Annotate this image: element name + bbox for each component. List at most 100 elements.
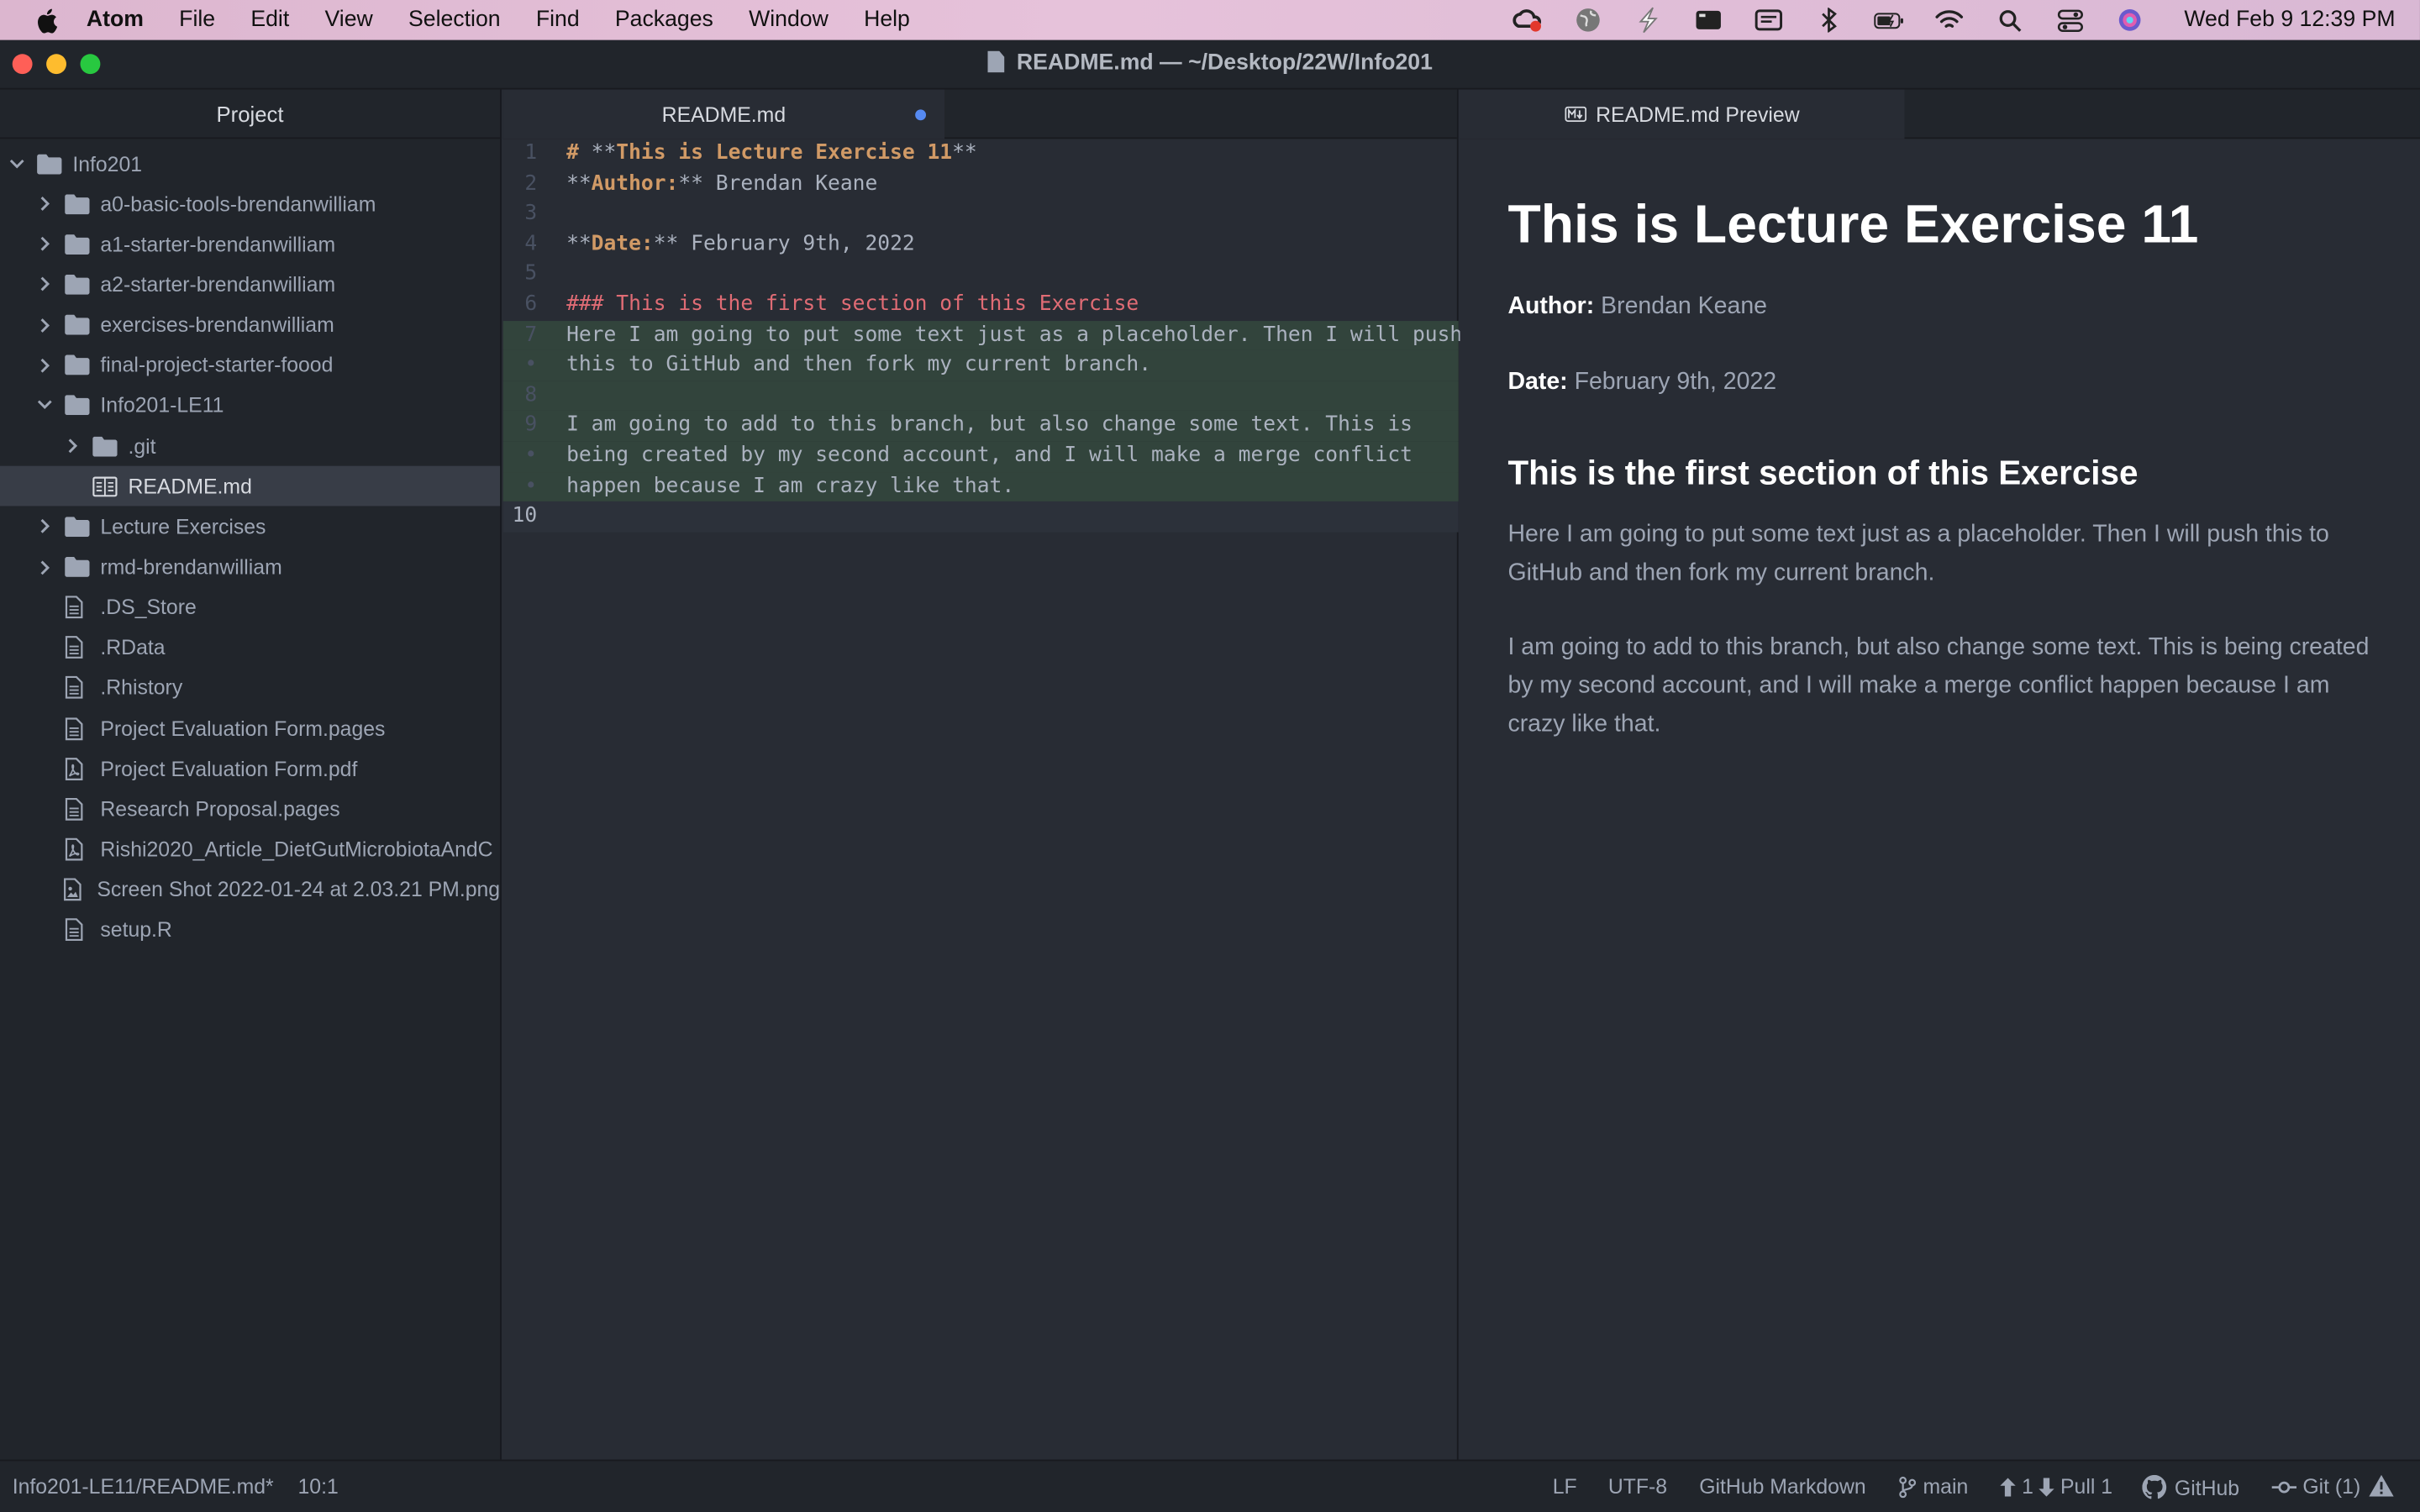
document-icon bbox=[987, 50, 1005, 73]
date-value: February 9th, 2022 bbox=[1567, 368, 1777, 396]
menu-atom[interactable]: Atom bbox=[87, 8, 144, 32]
menu-view[interactable]: View bbox=[325, 8, 373, 32]
bold-mark: ** bbox=[952, 141, 977, 165]
menu-help[interactable]: Help bbox=[864, 8, 910, 32]
status-line-ending[interactable]: LF bbox=[1553, 1475, 1577, 1499]
tab-readme-preview[interactable]: README.md Preview bbox=[1460, 89, 1905, 139]
wifi-icon[interactable] bbox=[1934, 8, 1965, 32]
chevron-right-icon[interactable] bbox=[37, 318, 52, 333]
tree-item[interactable]: a2-starter-brendanwilliam bbox=[0, 265, 500, 305]
window-title: README.md — ~/Desktop/22W/Info201 bbox=[0, 50, 2420, 76]
menubar-clock[interactable]: Wed Feb 9 12:39 PM bbox=[2184, 8, 2395, 32]
control-center-icon[interactable] bbox=[2054, 8, 2086, 32]
creative-cloud-icon[interactable] bbox=[1512, 8, 1544, 32]
chevron-right-icon[interactable] bbox=[37, 358, 52, 373]
chevron-down-icon[interactable] bbox=[37, 398, 52, 413]
author-value: Brendan Keane bbox=[1594, 292, 1768, 320]
folder-icon bbox=[65, 193, 90, 215]
arrow-up-icon bbox=[2000, 1477, 2016, 1496]
menu-window[interactable]: Window bbox=[749, 8, 829, 32]
tree-item-label: Rishi2020_Article_DietGutMicrobiotaAndC bbox=[100, 837, 493, 861]
status-menu-area: Wed Feb 9 12:39 PM bbox=[1512, 0, 2420, 40]
github-label: GitHub bbox=[2174, 1475, 2240, 1499]
tree-item[interactable]: .git bbox=[0, 426, 500, 466]
chevron-right-icon[interactable] bbox=[37, 559, 52, 575]
code-line-changed: • this to GitHub and then fork my current… bbox=[502, 350, 1459, 381]
status-push[interactable]: 1 bbox=[2000, 1474, 2033, 1499]
spotlight-search-icon[interactable] bbox=[1994, 8, 2025, 32]
chevron-right-icon[interactable] bbox=[37, 197, 52, 212]
chevron-right-icon[interactable] bbox=[37, 519, 52, 534]
status-file-path[interactable]: Info201-LE11/README.md* bbox=[13, 1475, 274, 1499]
file-icon bbox=[65, 918, 89, 942]
preview-author: Author: Brendan Keane bbox=[1507, 287, 2387, 326]
battery-icon[interactable] bbox=[1874, 8, 1905, 32]
siri-icon[interactable] bbox=[2115, 8, 2146, 32]
chevron-right-icon[interactable] bbox=[37, 237, 52, 252]
bold-text: Date: bbox=[591, 232, 654, 256]
tree-item[interactable]: Rishi2020_Article_DietGutMicrobiotaAndC bbox=[0, 829, 500, 869]
tree-item[interactable]: Project Evaluation Form.pdf bbox=[0, 748, 500, 789]
bolt-icon[interactable] bbox=[1634, 7, 1665, 34]
tree-item[interactable]: exercises-brendanwilliam bbox=[0, 305, 500, 345]
window-menu-icon[interactable] bbox=[1693, 8, 1724, 32]
menu-selection[interactable]: Selection bbox=[408, 8, 501, 32]
bluetooth-icon[interactable] bbox=[1814, 8, 1845, 33]
tree-item-label: Info201 bbox=[72, 151, 143, 176]
tree-view-header[interactable]: Project bbox=[0, 90, 501, 139]
tree-item[interactable]: setup.R bbox=[0, 910, 500, 950]
tree-item[interactable]: Project Evaluation Form.pages bbox=[0, 708, 500, 748]
tree-item[interactable]: a0-basic-tools-brendanwilliam bbox=[0, 184, 500, 224]
arrow-down-icon bbox=[2039, 1477, 2054, 1496]
file-icon bbox=[65, 717, 89, 740]
status-branch[interactable]: main bbox=[1898, 1475, 1968, 1498]
display-menu-icon[interactable] bbox=[1754, 8, 1785, 32]
code-line: 4 **Date:** February 9th, 2022 bbox=[503, 229, 1459, 260]
tree-item[interactable]: Lecture Exercises bbox=[0, 507, 500, 547]
menu-find[interactable]: Find bbox=[536, 8, 580, 32]
status-git[interactable]: Git (1) bbox=[2271, 1475, 2360, 1498]
tree-item-label: rmd-brendanwilliam bbox=[100, 555, 282, 579]
tree-item[interactable]: .DS_Store bbox=[0, 587, 500, 627]
tree-item[interactable]: .RData bbox=[0, 627, 500, 668]
menu-edit[interactable]: Edit bbox=[250, 8, 289, 32]
status-cursor-position[interactable]: 10:1 bbox=[297, 1475, 338, 1499]
apple-icon[interactable] bbox=[34, 7, 58, 33]
chevron-right-icon[interactable] bbox=[37, 277, 52, 292]
tree-item-label: a1-starter-brendanwilliam bbox=[100, 232, 336, 256]
code-line-changed: • being created by my second account, and… bbox=[502, 441, 1459, 472]
tree-item[interactable]: Info201 bbox=[0, 144, 500, 184]
line-number: 2 bbox=[524, 171, 538, 196]
tree-item[interactable]: Info201-LE11 bbox=[0, 386, 500, 426]
status-warning[interactable] bbox=[2369, 1474, 2394, 1497]
chevron-right-icon[interactable] bbox=[65, 438, 80, 454]
editor-pane: README.md 1 # **This is Lecture Exercise … bbox=[502, 89, 1462, 1460]
tree-item[interactable]: rmd-brendanwilliam bbox=[0, 547, 500, 587]
status-github[interactable]: GitHub bbox=[2142, 1474, 2240, 1499]
menu-file[interactable]: File bbox=[179, 8, 215, 32]
line-text: **Author:** Brendan Keane bbox=[566, 169, 877, 199]
date-label: Date: bbox=[1507, 368, 1568, 396]
tree-item[interactable]: final-project-starter-foood bbox=[0, 345, 500, 386]
line-number: 8 bbox=[524, 383, 538, 407]
menu-packages[interactable]: Packages bbox=[615, 8, 713, 32]
status-pull[interactable]: Pull 1 bbox=[2039, 1475, 2112, 1498]
ahead-count: 1 bbox=[2022, 1474, 2033, 1499]
tab-readme-md[interactable]: README.md bbox=[502, 89, 945, 139]
tree-item[interactable]: Screen Shot 2022-01-24 at 2.03.21 PM.png bbox=[0, 869, 500, 910]
tree-item[interactable]: .Rhistory bbox=[0, 668, 500, 708]
tree-item[interactable]: Research Proposal.pages bbox=[0, 789, 500, 829]
status-bar: Info201-LE11/README.md* 10:1 LF UTF-8 Gi… bbox=[0, 1459, 2420, 1512]
tree-item[interactable]: a1-starter-brendanwilliam bbox=[0, 224, 500, 265]
author-label: Author: bbox=[1507, 292, 1595, 320]
chevron-down-icon[interactable] bbox=[9, 156, 24, 171]
status-encoding[interactable]: UTF-8 bbox=[1608, 1475, 1667, 1499]
folder-open-icon bbox=[37, 153, 62, 175]
status-grammar[interactable]: GitHub Markdown bbox=[1699, 1475, 1865, 1499]
tree-item[interactable]: README.md bbox=[0, 466, 501, 507]
globe-icon[interactable] bbox=[1573, 8, 1604, 32]
